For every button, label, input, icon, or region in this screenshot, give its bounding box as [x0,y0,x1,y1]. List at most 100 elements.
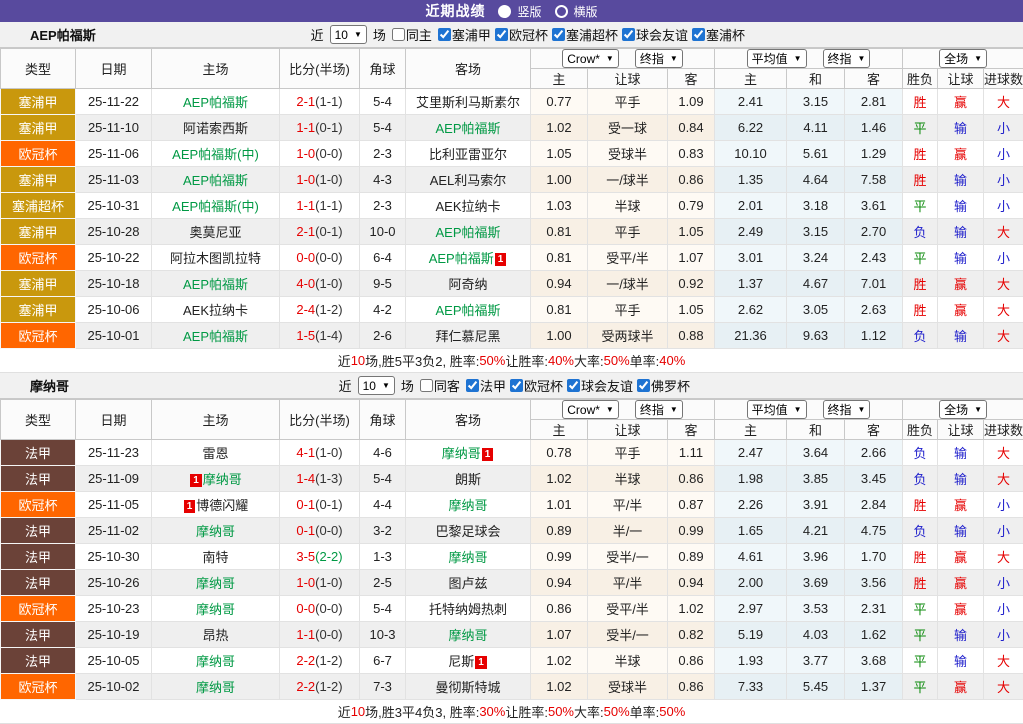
layout-radio-horizontal[interactable]: 横版 [555,3,598,20]
league-checkbox[interactable] [438,28,451,41]
away-team-link[interactable]: AEK拉纳卡 [435,199,500,214]
scope-select[interactable]: 全场▼ [939,49,987,68]
home-team-link[interactable]: AEP帕福斯 [183,173,248,188]
league-filter[interactable]: 球会友谊 [563,376,633,395]
away-team-link[interactable]: AEP帕福斯 [435,303,500,318]
away-team-link[interactable]: AEP帕福斯 [435,121,500,136]
home-team-link[interactable]: 摩纳哥 [196,524,235,539]
league-checkbox[interactable] [622,28,635,41]
home-team-link[interactable]: 摩纳哥 [196,576,235,591]
league-checkbox[interactable] [567,379,580,392]
league-filter[interactable]: 欧冠杯 [506,376,563,395]
league-filter[interactable]: 法甲 [462,376,506,395]
home-team-link[interactable]: 摩纳哥 [196,680,235,695]
league-type-badge: 欧冠杯 [1,596,76,622]
home-team-link[interactable]: 阿拉木图凯拉特 [170,251,261,266]
league-filter[interactable]: 球会友谊 [618,25,688,44]
away-team-link[interactable]: 朗斯 [455,472,481,487]
corner-score: 10-3 [360,622,406,648]
final-odds-select[interactable]: 终指▼ [635,400,683,419]
away-team-link[interactable]: 摩纳哥 [448,628,487,643]
home-team-link[interactable]: 南特 [202,550,228,565]
home-team-link[interactable]: AEP帕福斯(中) [172,199,259,214]
average-select[interactable]: 平均值▼ [747,49,807,68]
away-team-link[interactable]: 曼彻斯特城 [435,680,500,695]
same-venue-checkbox[interactable] [420,379,433,392]
away-team-link[interactable]: 比利亚雷亚尔 [429,147,507,162]
away-team-link[interactable]: 巴黎足球会 [435,524,500,539]
scope-select[interactable]: 全场▼ [939,400,987,419]
avg-final-odds-select[interactable]: 终指▼ [823,400,871,419]
result-handicap: 赢 [938,271,984,297]
league-checkbox[interactable] [692,28,705,41]
away-team-link[interactable]: 摩纳哥 [442,446,481,461]
away-team-link[interactable]: 拜仁慕尼黑 [435,329,500,344]
league-filter[interactable]: 塞浦杯 [688,25,745,44]
corner-score: 2-5 [360,570,406,596]
league-filter[interactable]: 塞浦超杯 [548,25,618,44]
radio-unselected-icon[interactable] [555,5,568,18]
league-label: 欧冠杯 [524,376,563,395]
home-team-link[interactable]: 雷恩 [202,446,228,461]
home-team-link[interactable]: AEP帕福斯(中) [172,147,259,162]
league-filter[interactable]: 欧冠杯 [491,25,548,44]
away-team-link[interactable]: 尼斯 [448,654,474,669]
handicap-home-odds: 1.00 [531,167,588,193]
avg-home-odds: 2.97 [715,596,787,622]
avg-home-odds: 3.01 [715,245,787,271]
games-count-select[interactable]: 10▼ [358,376,395,395]
home-team-link[interactable]: 摩纳哥 [203,472,242,487]
bookmaker-select[interactable]: Crow*▼ [562,49,619,68]
away-team-link[interactable]: 摩纳哥 [448,498,487,513]
league-checkbox[interactable] [495,28,508,41]
home-team-link[interactable]: AEP帕福斯 [183,95,248,110]
same-venue-filter[interactable]: 同主 [388,25,432,44]
away-team-link[interactable]: AEP帕福斯 [435,225,500,240]
away-team-link[interactable]: AEL利马索尔 [430,173,507,188]
away-team-link[interactable]: 图卢兹 [448,576,487,591]
subcol-avg-home: 主 [715,420,787,440]
bookmaker-select[interactable]: Crow*▼ [562,400,619,419]
home-team-link[interactable]: AEP帕福斯 [183,277,248,292]
avg-draw-odds: 3.15 [787,89,845,115]
avg-final-odds-select[interactable]: 终指▼ [823,49,871,68]
avg-home-odds: 5.19 [715,622,787,648]
home-team-link[interactable]: 奥莫尼亚 [189,225,241,240]
away-team-link[interactable]: 摩纳哥 [448,550,487,565]
league-checkbox[interactable] [637,379,650,392]
league-checkbox[interactable] [466,379,479,392]
away-team-link[interactable]: 阿奇纳 [448,277,487,292]
home-team-link[interactable]: 博德闪耀 [196,498,248,513]
games-count-select[interactable]: 10▼ [330,25,367,44]
same-venue-filter[interactable]: 同客 [416,376,460,395]
home-team-link[interactable]: AEP帕福斯 [183,329,248,344]
average-select[interactable]: 平均值▼ [747,400,807,419]
score-cell: 0-0(0-0) [280,245,360,271]
away-team-link[interactable]: 托特纳姆热刺 [429,602,507,617]
away-team-link[interactable]: AEP帕福斯 [429,251,494,266]
league-checkbox[interactable] [510,379,523,392]
layout-radio-vertical[interactable]: 竖版 [498,3,541,20]
home-team-link[interactable]: 阿诺索西斯 [183,121,248,136]
home-team-link[interactable]: AEK拉纳卡 [183,303,248,318]
avg-home-odds: 2.26 [715,492,787,518]
league-filter[interactable]: 塞浦甲 [434,25,491,44]
result-winloss: 胜 [903,141,938,167]
home-team-link[interactable]: 昂热 [202,628,228,643]
league-checkbox[interactable] [552,28,565,41]
home-team-link[interactable]: 摩纳哥 [196,654,235,669]
avg-home-odds: 1.65 [715,518,787,544]
avg-home-odds: 2.62 [715,297,787,323]
league-filter[interactable]: 佛罗杯 [633,376,690,395]
handicap-away-odds: 1.05 [668,219,715,245]
fulltime-score: 4-0 [296,276,315,291]
fulltime-score: 2-2 [296,653,315,668]
result-winloss: 平 [903,596,938,622]
final-odds-select[interactable]: 终指▼ [635,49,683,68]
away-team-cell: 1AEP帕福斯1 [406,115,531,141]
home-team-link[interactable]: 摩纳哥 [196,602,235,617]
away-team-link[interactable]: 艾里斯利马斯素尔 [416,95,520,110]
same-venue-checkbox[interactable] [392,28,405,41]
section-header: AEP帕福斯 近 10▼ 场 同主 塞浦甲欧冠杯塞浦超杯球会友谊塞浦杯 [0,22,1023,48]
radio-selected-icon[interactable] [498,5,511,18]
